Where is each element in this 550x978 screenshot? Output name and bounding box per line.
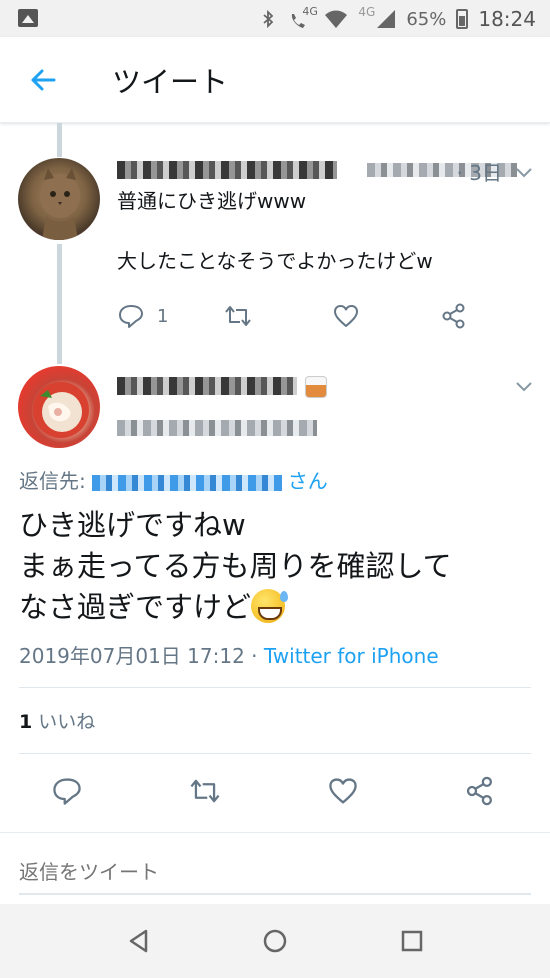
reply-composer [0,832,550,904]
tweet-source-link[interactable]: Twitter for iPhone [264,644,439,668]
reply-icon [119,305,143,328]
like-count: 1 [19,711,33,733]
reply-button[interactable] [50,770,84,812]
reply-to-suffix[interactable]: さん [288,469,328,493]
main-tweet-text: ひき逃げですねw まぁ走ってる方も周りを確認して なさ過ぎですけど [19,505,539,628]
reply-input[interactable] [19,851,531,895]
main-tweet-avatar[interactable] [18,366,100,448]
retweet-icon [225,306,251,326]
reply-count: 1 [157,305,169,327]
like-icon [334,305,358,327]
arrow-left-icon[interactable] [26,63,60,97]
main-tweet-line-text: なさ過ぎですけど [19,590,252,624]
wifi-icon [325,10,348,28]
parent-tweet-actions: 1 [117,300,487,332]
share-button[interactable] [440,300,468,332]
battery-icon [456,9,469,29]
nav-back-icon[interactable] [124,926,154,956]
battery-percent: 65% [406,8,447,30]
cat-photo-icon [40,168,80,240]
reply-icon [53,778,81,805]
thread-line-connector [57,244,62,364]
grinning-sweat-emoji-icon [251,589,289,623]
page-title: ツイート [112,65,229,99]
nav-home-icon[interactable] [260,926,290,956]
main-tweet-actions [0,770,550,812]
tweet-meta: 2019年07月01日 17:12 · Twitter for iPhone [19,640,439,669]
chevron-down-icon[interactable] [513,375,535,397]
main-tweet-line-last: なさ過ぎですけど [19,587,539,628]
signal-group: 4G [358,5,396,29]
author-name-redacted [117,377,297,395]
retweet-icon [190,779,220,803]
notification-image-icon [18,9,38,27]
parent-tweet-text: 普通にひき逃げwww 大したことなそうでよかったけどw [117,189,433,273]
network-label: 4G [302,5,318,18]
share-icon [466,776,492,806]
reply-to-prefix: 返信先: [19,469,86,493]
parent-tweet-avatar[interactable] [18,158,100,240]
meta-separator: · [244,644,264,668]
like-icon [329,778,357,804]
main-tweet-line: ひき逃げですねw [19,508,246,542]
status-bar: 4G 4G 65% 18:24 [0,0,550,37]
like-stats[interactable]: 1 いいね [19,707,95,734]
thread-line-top [57,123,62,157]
app-bar: ツイート [0,37,550,123]
network-label-2: 4G [358,5,376,19]
share-icon [442,303,465,329]
retweet-button[interactable] [223,300,253,332]
system-nav-bar [0,904,550,978]
nav-recents-icon[interactable] [397,926,427,956]
bluetooth-icon [263,9,274,29]
share-button[interactable] [463,770,497,812]
reply-to-line: 返信先: さん [19,465,328,494]
reply-button[interactable]: 1 [117,300,168,332]
like-label: いいね [38,711,96,733]
signal-icon [377,10,396,28]
divider [19,687,531,688]
tweet-timestamp: 2019年07月01日 17:12 [19,644,245,668]
beer-emoji-icon [305,376,327,398]
parent-tweet-time: · 3日 [456,161,502,185]
reply-to-handle-redacted[interactable] [91,474,282,491]
status-icons: 4G 4G 65% 18:24 [258,5,536,32]
clock: 18:24 [478,7,536,31]
like-button[interactable] [332,300,360,332]
author-handle-redacted [117,420,317,436]
like-button[interactable] [326,770,360,812]
retweet-button[interactable] [188,770,222,812]
author-name-redacted [117,161,337,179]
call-icon: 4G [288,5,318,29]
food-photo-icon [33,382,89,438]
parent-tweet-header: · 3日 [117,157,517,185]
chevron-down-icon[interactable] [513,161,535,183]
divider [19,753,531,754]
main-tweet-line: まぁ走ってる方も周りを確認して [19,549,452,583]
